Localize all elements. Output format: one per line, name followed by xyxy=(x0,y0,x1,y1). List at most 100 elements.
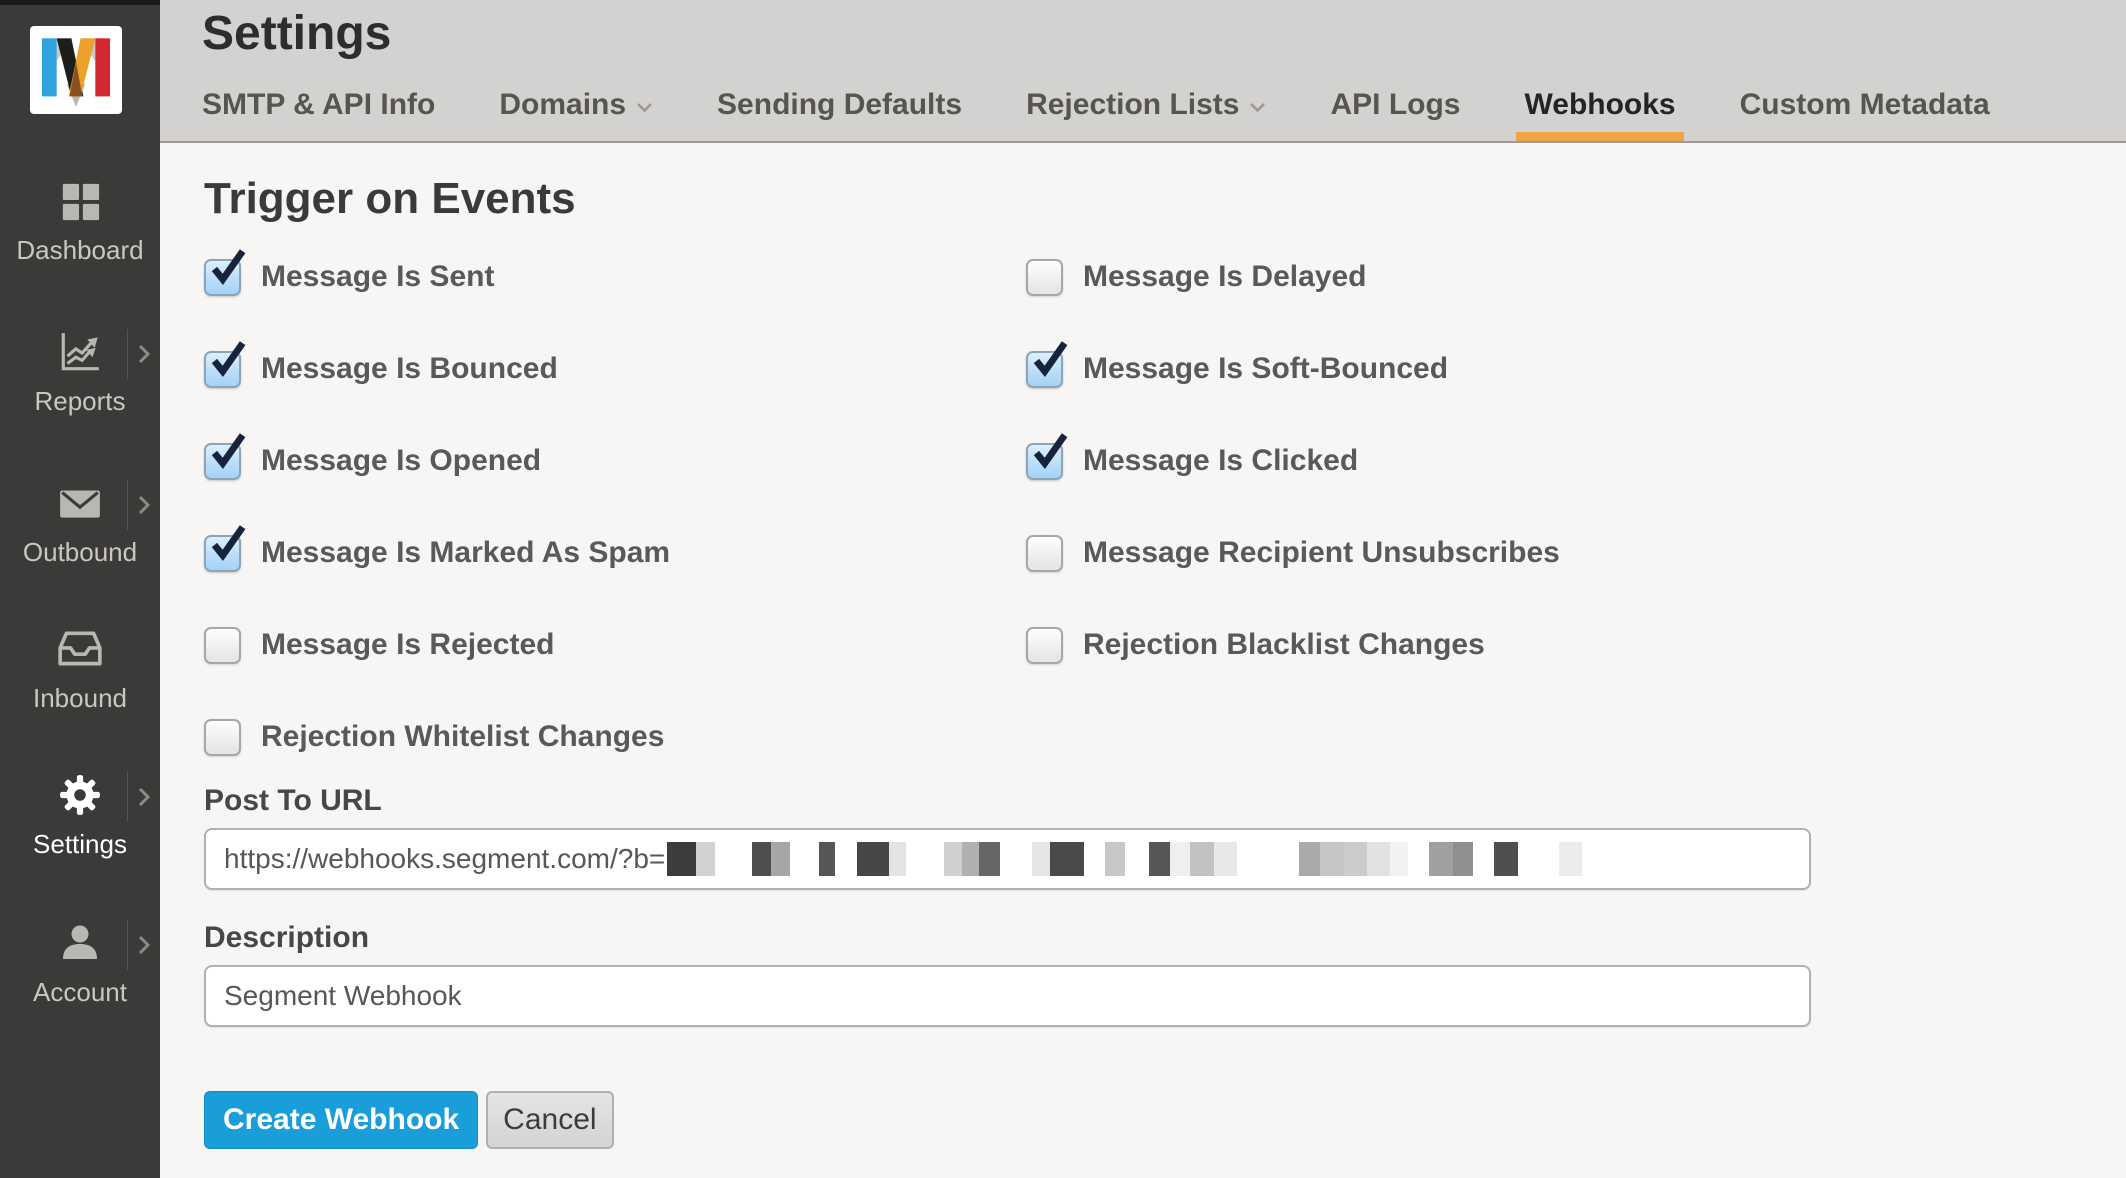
event-checkbox-grid: Message Is Sent Message Is Bounced Message… xyxy=(204,255,2126,807)
post-to-url-input[interactable]: https://webhooks.segment.com/?b= xyxy=(204,828,1811,890)
redaction-block xyxy=(1344,842,1367,876)
tab-custom-metadata[interactable]: Custom Metadata xyxy=(1740,88,1990,141)
checkbox-checked[interactable] xyxy=(204,351,241,388)
checkbox-label: Rejection Blacklist Changes xyxy=(1083,628,1485,662)
tab-smtp-api-info[interactable]: SMTP & API Info xyxy=(202,88,435,141)
tab-rejection-lists[interactable]: Rejection Lists xyxy=(1026,88,1266,141)
chevron-right-icon[interactable] xyxy=(127,772,151,822)
description-field: Description Segment Webhook xyxy=(204,921,1811,1027)
checkbox-unchecked[interactable] xyxy=(1026,535,1063,572)
description-label: Description xyxy=(204,921,1811,955)
checkbox-label: Message Recipient Unsubscribes xyxy=(1083,536,1560,570)
redaction-block xyxy=(667,842,696,876)
redaction-block xyxy=(1494,842,1518,876)
sidebar-item-reports[interactable]: Reports xyxy=(0,327,160,415)
redaction-block xyxy=(1518,842,1559,876)
chevron-right-icon[interactable] xyxy=(127,329,151,379)
post-to-url-field: Post To URL https://webhooks.segment.com… xyxy=(204,784,1811,890)
redaction-block xyxy=(979,842,1000,876)
event-option-message-is-bounced: Message Is Bounced xyxy=(204,347,1026,391)
redaction-block xyxy=(1367,842,1390,876)
checkbox-checked[interactable] xyxy=(204,535,241,572)
event-option-message-is-delayed: Message Is Delayed xyxy=(1026,255,1560,299)
sidebar-item-label: Account xyxy=(0,978,160,1006)
event-column-left: Message Is Sent Message Is Bounced Message… xyxy=(204,255,1026,807)
redaction-block xyxy=(1390,842,1408,876)
checkbox-checked[interactable] xyxy=(1026,351,1063,388)
sidebar-item-label: Outbound xyxy=(0,538,160,566)
sidebar-item-account[interactable]: Account xyxy=(0,918,160,1006)
form-actions: Create Webhook Cancel xyxy=(204,1091,614,1149)
checkbox-checked[interactable] xyxy=(204,443,241,480)
redaction-block xyxy=(1050,842,1084,876)
redaction-block xyxy=(889,842,906,876)
tab-webhooks[interactable]: Webhooks xyxy=(1524,88,1675,141)
tab-label: SMTP & API Info xyxy=(202,88,435,122)
checkbox-label: Rejection Whitelist Changes xyxy=(261,720,664,754)
redaction-block xyxy=(1190,842,1214,876)
cancel-button[interactable]: Cancel xyxy=(486,1091,613,1149)
redaction-block xyxy=(1299,842,1320,876)
tab-label: Rejection Lists xyxy=(1026,88,1239,122)
redaction-block xyxy=(1032,842,1050,876)
sidebar-item-label: Reports xyxy=(0,387,160,415)
redaction-block xyxy=(1237,842,1299,876)
redaction-block xyxy=(790,842,819,876)
tab-label: Domains xyxy=(499,88,626,122)
redaction-block xyxy=(696,842,715,876)
checkbox-label: Message Is Bounced xyxy=(261,352,558,386)
page-title: Settings xyxy=(202,6,391,61)
redaction-block xyxy=(752,842,771,876)
redaction-block xyxy=(906,842,944,876)
url-redacted-value xyxy=(667,842,1582,876)
redaction-block xyxy=(1408,842,1429,876)
redaction-block xyxy=(819,842,835,876)
url-value: https://webhooks.segment.com/?b= xyxy=(224,843,665,875)
redaction-block xyxy=(835,842,857,876)
sidebar-item-label: Dashboard xyxy=(0,236,160,264)
checkbox-label: Message Is Marked As Spam xyxy=(261,536,670,570)
chevron-right-icon[interactable] xyxy=(127,920,151,970)
redaction-block xyxy=(1473,842,1494,876)
event-option-message-is-rejected: Message Is Rejected xyxy=(204,623,1026,667)
tab-api-logs[interactable]: API Logs xyxy=(1330,88,1460,141)
redaction-block xyxy=(1453,842,1473,876)
redaction-block xyxy=(857,842,889,876)
mandrill-logo[interactable] xyxy=(30,26,122,114)
sidebar-item-outbound[interactable]: Outbound xyxy=(0,478,160,566)
checkbox-unchecked[interactable] xyxy=(1026,627,1063,664)
event-option-message-recipient-unsubscribes: Message Recipient Unsubscribes xyxy=(1026,531,1560,575)
event-option-rejection-blacklist-changes: Rejection Blacklist Changes xyxy=(1026,623,1560,667)
tab-label: Custom Metadata xyxy=(1740,88,1990,122)
redaction-block xyxy=(1000,842,1032,876)
sidebar-item-dashboard[interactable]: Dashboard xyxy=(0,176,160,264)
event-option-rejection-whitelist-changes: Rejection Whitelist Changes xyxy=(204,715,1026,759)
checkbox-checked[interactable] xyxy=(204,259,241,296)
redaction-block xyxy=(1149,842,1170,876)
settings-tabs: SMTP & API Info Domains Sending Defaults Re… xyxy=(202,88,1990,141)
checkbox-unchecked[interactable] xyxy=(204,627,241,664)
description-value: Segment Webhook xyxy=(224,980,462,1012)
sidebar-item-label: Settings xyxy=(0,830,160,858)
redaction-block xyxy=(1084,842,1105,876)
redaction-block xyxy=(715,842,752,876)
checkbox-unchecked[interactable] xyxy=(1026,259,1063,296)
sidebar: Dashboard Reports Outbound Inbound Setti… xyxy=(0,0,160,1178)
description-input[interactable]: Segment Webhook xyxy=(204,965,1811,1027)
redaction-block xyxy=(771,842,790,876)
redaction-block xyxy=(1320,842,1344,876)
checkbox-checked[interactable] xyxy=(1026,443,1063,480)
redaction-block xyxy=(1214,842,1237,876)
sidebar-item-inbound[interactable]: Inbound xyxy=(0,624,160,712)
tab-sending-defaults[interactable]: Sending Defaults xyxy=(717,88,962,141)
post-to-url-label: Post To URL xyxy=(204,784,1811,818)
chevron-right-icon[interactable] xyxy=(127,480,151,530)
checkbox-label: Message Is Delayed xyxy=(1083,260,1367,294)
create-webhook-button[interactable]: Create Webhook xyxy=(204,1091,478,1149)
event-option-message-is-sent: Message Is Sent xyxy=(204,255,1026,299)
tab-domains[interactable]: Domains xyxy=(499,88,653,141)
checkbox-label: Message Is Opened xyxy=(261,444,541,478)
checkbox-unchecked[interactable] xyxy=(204,719,241,756)
checkbox-label: Message Is Rejected xyxy=(261,628,554,662)
sidebar-item-settings[interactable]: Settings xyxy=(0,770,160,858)
